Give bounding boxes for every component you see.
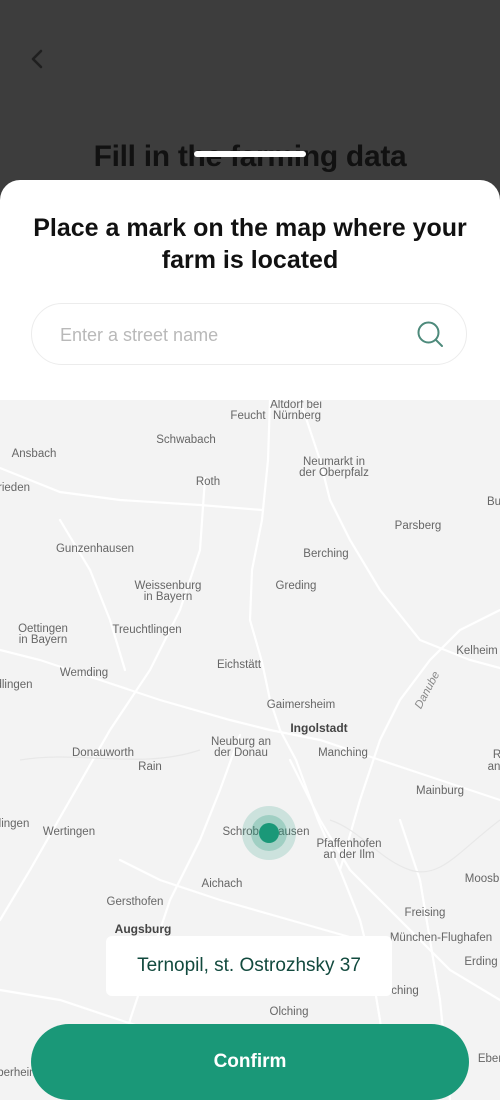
- map-place-label: Wemding: [59, 667, 109, 679]
- map-place-label: Eber: [477, 1053, 500, 1065]
- map-place-label: der Oberpfalz: [299, 467, 369, 479]
- map-place-label: Bu: [486, 496, 500, 508]
- map-place-label: Nürnberg: [273, 410, 321, 422]
- map-place-label: Treuchtlingen: [112, 624, 182, 636]
- map-place-label: Feucht: [230, 410, 266, 422]
- chevron-left-icon: [31, 49, 43, 69]
- street-search-input[interactable]: [58, 304, 402, 366]
- map-place-label: Gunzenhausen: [55, 543, 135, 555]
- map-place-label: München-Flughafen: [389, 932, 493, 944]
- map-place-label: an der Ilm: [323, 849, 375, 861]
- map-place-label: Ingolstadt: [290, 721, 348, 735]
- map-place-label: lingen: [0, 818, 30, 830]
- map-place-label: Manching: [318, 747, 368, 759]
- background-page-title: Fill in the farming data: [93, 140, 407, 173]
- map-place-label: Mainburg: [416, 785, 464, 797]
- map-place-label: Gaimersheim: [266, 699, 336, 711]
- map-place-label: Schwabach: [156, 434, 216, 446]
- map-place-label: Eichstätt: [216, 659, 262, 671]
- map-place-label: an: [487, 761, 500, 773]
- map-place-label: Rain: [138, 761, 162, 773]
- map-place-label: Olching: [269, 1006, 309, 1018]
- confirm-button[interactable]: Confirm: [31, 1024, 469, 1100]
- map-place-label: Berching: [303, 548, 349, 560]
- location-marker-icon[interactable]: [242, 806, 296, 860]
- marker-dot: [259, 823, 279, 843]
- search-bar[interactable]: [31, 303, 467, 366]
- map-place-label: Kelheim: [456, 645, 498, 657]
- map-place-label: Freising: [404, 907, 446, 919]
- map-place-label: Roth: [195, 476, 221, 488]
- map-place-label: Wertingen: [42, 826, 96, 838]
- map-place-label: dlingen: [0, 679, 33, 691]
- back-button[interactable]: [22, 44, 52, 74]
- sheet-drag-handle[interactable]: [194, 151, 306, 157]
- map-place-label: in Bayern: [18, 634, 68, 646]
- map-place-label: rieden: [0, 482, 30, 494]
- map-place-label: Parsberg: [394, 520, 442, 532]
- map-place-label: Greding: [275, 580, 317, 592]
- search-icon[interactable]: [416, 320, 444, 348]
- map-place-label: Augsburg: [114, 922, 172, 936]
- map-place-label: Aichach: [201, 878, 243, 890]
- map-place-label: ching: [391, 985, 419, 997]
- map-place-label: Moosb: [464, 873, 500, 885]
- map-place-label: Ansbach: [11, 448, 57, 460]
- map-place-label: der Donau: [214, 747, 268, 759]
- map-place-label: Donauworth: [71, 747, 135, 759]
- selected-address-label: Ternopil, st. Ostrozhsky 37: [106, 936, 392, 996]
- map-place-label: in Bayern: [143, 591, 193, 603]
- sheet-title: Place a mark on the map where your farm …: [33, 214, 467, 274]
- map-place-label: Erding: [464, 956, 498, 968]
- map-place-label: Gersthofen: [106, 896, 164, 908]
